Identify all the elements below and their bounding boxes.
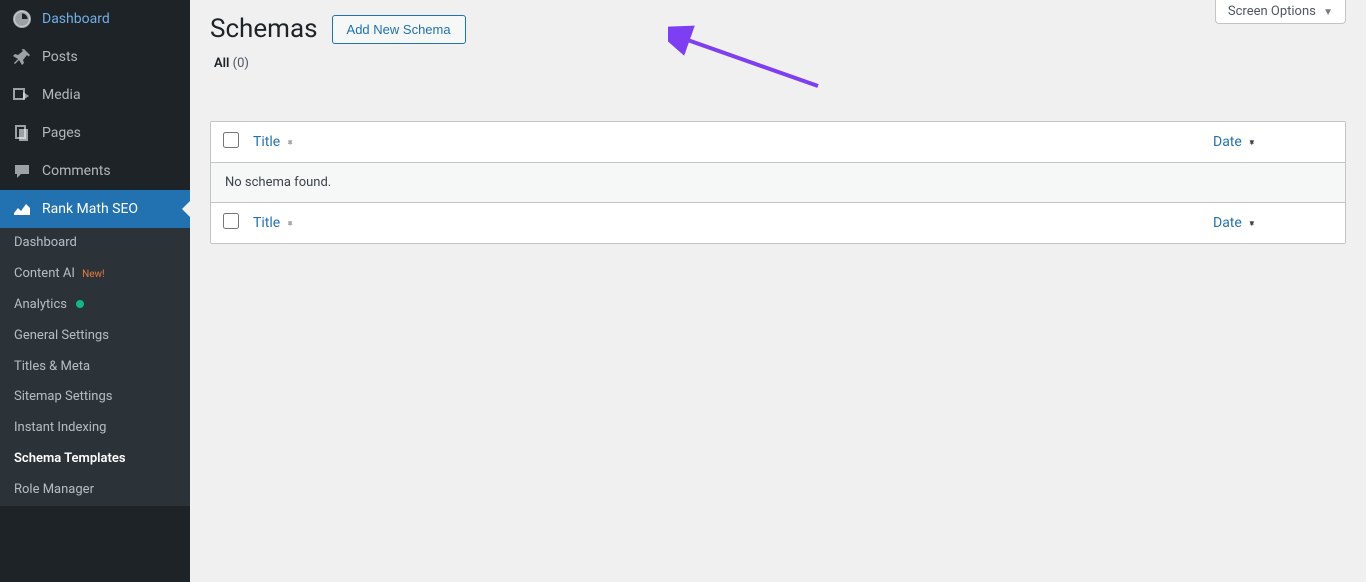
submenu-item-content-ai[interactable]: Content AI New! [0, 259, 190, 290]
sidebar-item-label: Media [42, 86, 81, 104]
main-content: Screen Options ▼ Schemas Add New Schema … [190, 0, 1366, 582]
pin-icon [12, 47, 32, 67]
sidebar-item-label: Pages [42, 124, 81, 142]
media-icon [12, 85, 32, 105]
sidebar-item-label: Posts [42, 48, 78, 66]
add-new-schema-button[interactable]: Add New Schema [332, 15, 466, 44]
submenu-item-role-manager[interactable]: Role Manager [0, 475, 190, 506]
sidebar-item-posts[interactable]: Posts [0, 38, 190, 76]
sidebar-item-label: Dashboard [42, 10, 110, 28]
submenu-rankmath: Dashboard Content AI New! Analytics Gene… [0, 228, 190, 506]
sort-icon: ▲▼ [286, 223, 294, 224]
new-badge: New! [82, 269, 105, 280]
subsub-filter: All (0) [210, 56, 1346, 71]
submenu-item-instant-indexing[interactable]: Instant Indexing [0, 413, 190, 444]
sidebar-item-comments[interactable]: Comments [0, 152, 190, 190]
sidebar-item-media[interactable]: Media [0, 76, 190, 114]
admin-sidebar: Dashboard Posts Media Pages Comments Ran… [0, 0, 190, 582]
column-footer-date[interactable]: Date ▲▼ [1213, 215, 1333, 231]
sort-icon: ▲▼ [1248, 142, 1256, 143]
submenu-item-sitemap-settings[interactable]: Sitemap Settings [0, 382, 190, 413]
filter-all[interactable]: All (0) [214, 56, 249, 71]
dashboard-icon [12, 9, 32, 29]
submenu-item-analytics[interactable]: Analytics [0, 290, 190, 321]
pages-icon [12, 123, 32, 143]
sidebar-item-rankmath[interactable]: Rank Math SEO [0, 190, 190, 228]
column-header-date[interactable]: Date ▲▼ [1213, 134, 1333, 150]
submenu-item-titles-meta[interactable]: Titles & Meta [0, 352, 190, 383]
table-header: Title ▲▼ Date ▲▼ [211, 122, 1345, 163]
chart-icon [12, 199, 32, 219]
select-all-checkbox-footer[interactable] [223, 213, 239, 229]
sort-icon: ▲▼ [1248, 223, 1256, 224]
page-title: Schemas [210, 14, 318, 44]
submenu-item-dashboard[interactable]: Dashboard [0, 228, 190, 259]
schema-table: Title ▲▼ Date ▲▼ No schema found. Title … [210, 121, 1346, 244]
submenu-item-schema-templates[interactable]: Schema Templates [0, 444, 190, 475]
table-footer: Title ▲▼ Date ▲▼ [211, 203, 1345, 243]
sort-icon: ▲▼ [286, 142, 294, 143]
chevron-down-icon: ▼ [1323, 7, 1333, 18]
comment-icon [12, 161, 32, 181]
screen-options-button[interactable]: Screen Options ▼ [1215, 0, 1346, 24]
sidebar-item-dashboard[interactable]: Dashboard [0, 0, 190, 38]
table-empty-row: No schema found. [211, 163, 1345, 203]
submenu-item-general-settings[interactable]: General Settings [0, 321, 190, 352]
select-all-checkbox[interactable] [223, 132, 239, 148]
sidebar-item-label: Rank Math SEO [42, 200, 138, 218]
status-dot [76, 300, 84, 308]
sidebar-item-pages[interactable]: Pages [0, 114, 190, 152]
column-header-title[interactable]: Title ▲▼ [253, 134, 1213, 150]
column-footer-title[interactable]: Title ▲▼ [253, 215, 1213, 231]
sidebar-item-label: Comments [42, 162, 111, 180]
